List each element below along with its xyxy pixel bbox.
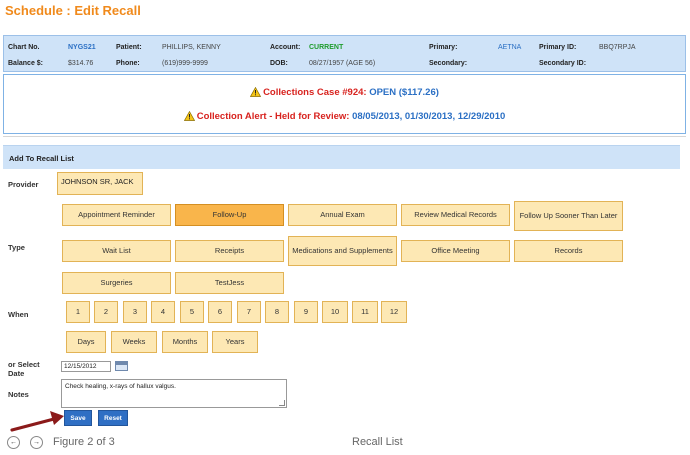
figure-footer: ← → Figure 2 of 3 Recall List	[0, 432, 690, 455]
arrow-right-icon: →	[33, 439, 40, 446]
type-records[interactable]: Records	[514, 240, 623, 262]
provider-label: Provider	[8, 180, 39, 189]
provider-select[interactable]: JOHNSON SR, JACK	[57, 172, 143, 195]
notes-label: Notes	[8, 390, 29, 399]
when-unit-months[interactable]: Months	[162, 331, 208, 353]
when-number-5[interactable]: 5	[180, 301, 204, 323]
type-office-meeting[interactable]: Office Meeting	[401, 240, 510, 262]
collection-alert-dates: 08/05/2013, 01/30/2013, 12/29/2010	[352, 111, 506, 122]
type-wait-list[interactable]: Wait List	[62, 240, 171, 262]
recall-section-header: Add To Recall List	[3, 145, 680, 169]
previous-figure-button[interactable]: ←	[7, 436, 20, 449]
when-unit-days[interactable]: Days	[66, 331, 106, 353]
when-number-11[interactable]: 11	[352, 301, 378, 323]
when-number-12[interactable]: 12	[381, 301, 407, 323]
calendar-icon[interactable]	[115, 361, 128, 371]
when-number-7[interactable]: 7	[237, 301, 261, 323]
collections-case-status[interactable]: OPEN ($117.26)	[369, 87, 439, 98]
type-review-medical-records[interactable]: Review Medical Records	[401, 204, 510, 226]
primary-insurance[interactable]: AETNA	[498, 44, 521, 51]
section-divider	[3, 136, 686, 137]
chart-no-value: NYGS21	[68, 44, 96, 51]
figure-counter: Figure 2 of 3	[53, 436, 115, 448]
when-number-10[interactable]: 10	[322, 301, 348, 323]
date-field[interactable]: 12/15/2012	[61, 361, 111, 372]
balance-label: Balance $:	[8, 60, 44, 67]
collection-review-alert: Collection Alert - Held for Review: 08/0…	[4, 111, 685, 122]
phone-label: Phone:	[116, 60, 140, 67]
when-number-9[interactable]: 9	[294, 301, 318, 323]
patient-name: PHILLIPS, KENNY	[162, 44, 221, 51]
type-follow-up-sooner[interactable]: Follow Up Sooner Than Later	[514, 201, 623, 231]
patient-label: Patient:	[116, 44, 142, 51]
dob-label: DOB:	[270, 60, 288, 67]
when-number-1[interactable]: 1	[66, 301, 90, 323]
arrow-left-icon: ←	[10, 439, 17, 446]
secondary-id-label: Secondary ID:	[539, 60, 587, 67]
page-title: Schedule : Edit Recall	[5, 3, 141, 18]
collection-alert-label: Collection Alert - Held for Review:	[196, 111, 350, 122]
when-number-8[interactable]: 8	[265, 301, 289, 323]
section-title: Add To Recall List	[9, 154, 74, 163]
chart-no-label: Chart No.	[8, 44, 40, 51]
warning-icon	[183, 111, 195, 121]
account-status: CURRENT	[309, 44, 344, 51]
balance-value: $314.76	[68, 60, 94, 67]
when-number-3[interactable]: 3	[123, 301, 147, 323]
when-unit-years[interactable]: Years	[212, 331, 258, 353]
primary-id-value: BBQ7RPJA	[599, 44, 636, 51]
notes-text: Check healing, x-rays of hallux valgus.	[65, 383, 176, 390]
notes-textarea[interactable]: Check healing, x-rays of hallux valgus.	[61, 379, 287, 408]
type-follow-up[interactable]: Follow-Up	[175, 204, 284, 226]
patient-info-bar: Chart No. NYGS21 Patient: PHILLIPS, KENN…	[3, 35, 686, 72]
primary-id-label: Primary ID:	[539, 44, 577, 51]
when-unit-weeks[interactable]: Weeks	[111, 331, 157, 353]
secondary-label: Secondary:	[429, 60, 468, 67]
save-button[interactable]: Save	[64, 410, 92, 426]
account-label: Account:	[270, 44, 301, 51]
type-medications-supplements[interactable]: Medications and Supplements	[288, 236, 397, 266]
type-appointment-reminder[interactable]: Appointment Reminder	[62, 204, 171, 226]
when-label: When	[8, 310, 29, 319]
dob-value: 08/27/1957 (AGE 56)	[309, 60, 376, 67]
next-figure-button[interactable]: →	[30, 436, 43, 449]
type-label: Type	[8, 243, 25, 252]
type-surgeries[interactable]: Surgeries	[62, 272, 171, 294]
when-number-2[interactable]: 2	[94, 301, 118, 323]
primary-label: Primary:	[429, 44, 458, 51]
collections-case-label: Collections Case #924:	[263, 87, 367, 98]
phone-value: (619)999-9999	[162, 60, 208, 67]
resize-grip-icon[interactable]	[279, 400, 285, 406]
figure-caption: Recall List	[352, 436, 403, 448]
alerts-panel: Collections Case #924: OPEN ($117.26) Co…	[3, 74, 686, 134]
collections-case-alert: Collections Case #924: OPEN ($117.26)	[4, 87, 685, 98]
select-date-label: or Select Date	[8, 360, 40, 378]
warning-icon	[250, 87, 262, 97]
type-receipts[interactable]: Receipts	[175, 240, 284, 262]
reset-button[interactable]: Reset	[98, 410, 128, 426]
type-annual-exam[interactable]: Annual Exam	[288, 204, 397, 226]
type-testjess[interactable]: TestJess	[175, 272, 284, 294]
when-number-6[interactable]: 6	[208, 301, 232, 323]
when-number-4[interactable]: 4	[151, 301, 175, 323]
